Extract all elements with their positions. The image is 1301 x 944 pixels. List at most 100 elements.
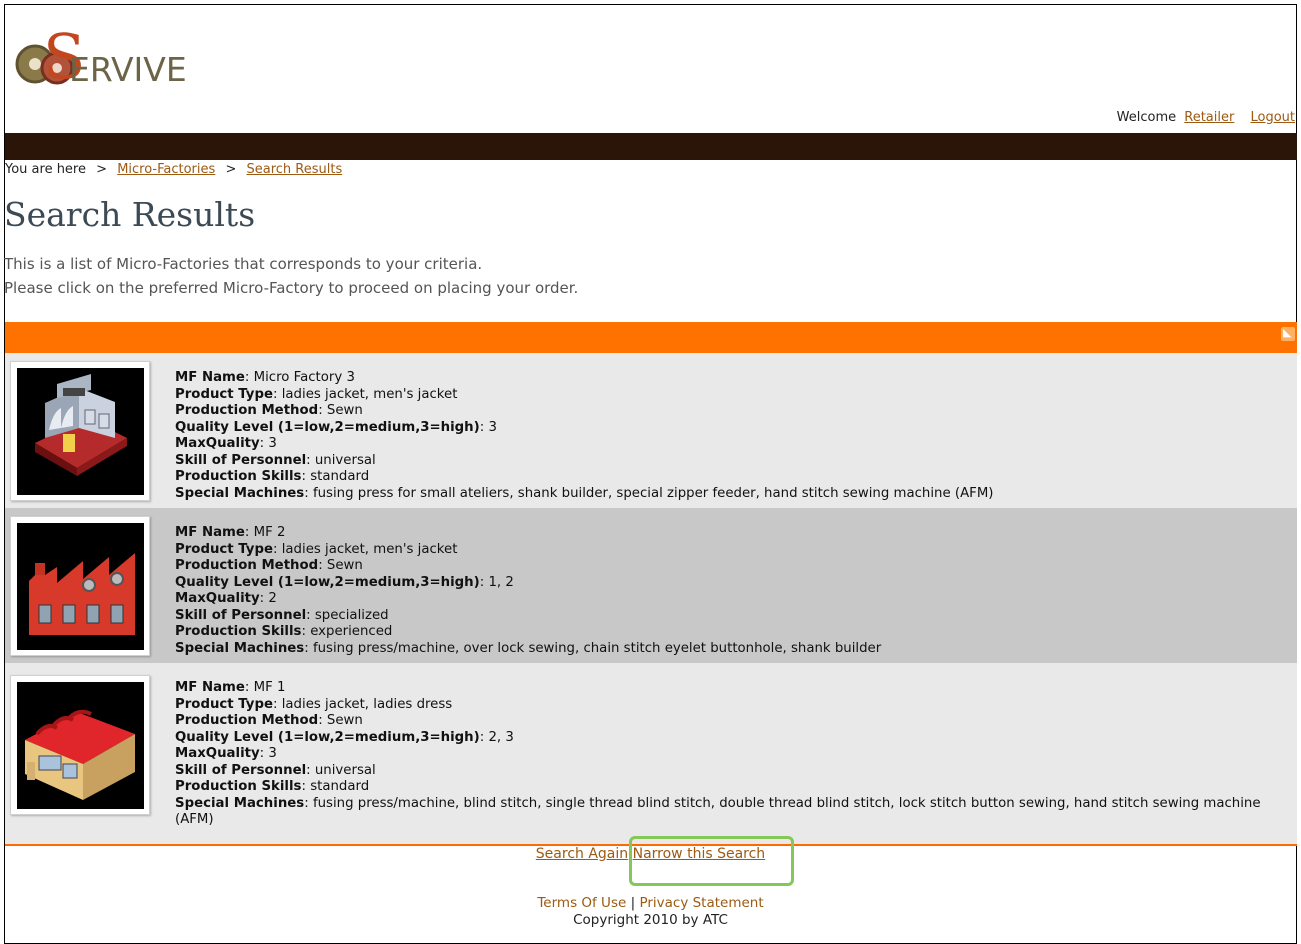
footer-links: Terms Of Use | Privacy Statement <box>0 895 1301 912</box>
production-method-line: Production Method: Sewn <box>175 558 363 573</box>
field-label: Quality Level (1=low,2=medium,3=high) <box>175 729 480 745</box>
breadcrumb-search-results[interactable]: Search Results <box>246 162 342 177</box>
breadcrumb-micro-factories[interactable]: Micro-Factories <box>117 162 215 177</box>
field-label: Product Type <box>175 386 273 402</box>
field-label: Skill of Personnel <box>175 762 307 778</box>
copyright: Copyright 2010 by ATC <box>573 912 728 928</box>
production-method-value: Sewn <box>326 713 363 728</box>
product-type-line: Product Type: ladies jacket, ladies dres… <box>175 696 453 712</box>
field-label: Production Method <box>175 558 319 573</box>
welcome-bar: Welcome Retailer Logout <box>1117 110 1295 125</box>
mf-name-line: MF Name: MF 2 <box>175 525 286 540</box>
result-row[interactable]: MF Name: MF 1 Product Type: ladies jacke… <box>5 663 1297 844</box>
nav-bar <box>5 133 1297 160</box>
special-machines-line: Special Machines: fusing press/machine, … <box>175 640 882 656</box>
field-label: Quality Level (1=low,2=medium,3=high) <box>175 574 480 590</box>
quality-level-line: Quality Level (1=low,2=medium,3=high): 2… <box>175 729 514 745</box>
narrow-search-highlight <box>629 836 794 886</box>
field-label: Skill of Personnel <box>175 607 307 623</box>
production-method-value: Sewn <box>326 403 363 418</box>
special-machines-line: Special Machines: fusing press for small… <box>175 485 994 501</box>
mf-name-value: MF 2 <box>253 525 286 540</box>
field-label: Special Machines <box>175 640 305 656</box>
warehouse-icon <box>25 709 135 800</box>
field-label: Special Machines <box>175 485 305 501</box>
production-skills-value: standard <box>310 779 370 794</box>
terms-link[interactable]: Terms Of Use <box>537 895 626 911</box>
skill-personnel-value: universal <box>314 452 376 468</box>
field-label: MaxQuality <box>175 436 260 451</box>
welcome-label: Welcome <box>1116 110 1177 125</box>
special-machines-value: fusing press/machine, blind stitch, sing… <box>175 795 1261 828</box>
quality-level-line: Quality Level (1=low,2=medium,3=high): 3 <box>175 419 497 435</box>
breadcrumb-separator: > <box>96 162 108 177</box>
skill-personnel-value: universal <box>314 762 376 778</box>
red-factory-icon <box>29 553 135 635</box>
results-list: MF Name: Micro Factory 3 Product Type: l… <box>5 322 1297 846</box>
logout-link[interactable]: Logout <box>1250 110 1295 125</box>
breadcrumb: You are here > Micro-Factories > Search … <box>5 162 342 177</box>
field-label: Production Skills <box>175 624 302 639</box>
field-label: Production Skills <box>175 469 302 484</box>
factory-building-icon <box>35 374 127 476</box>
field-label: MaxQuality <box>175 746 260 761</box>
production-method-line: Production Method: Sewn <box>175 713 363 728</box>
servive-logo[interactable]: S ERVIVE <box>13 16 213 96</box>
results-header-bar <box>5 322 1297 353</box>
factory-thumbnail[interactable] <box>10 675 150 815</box>
production-skills-value: experienced <box>310 624 393 639</box>
product-type-value: ladies jacket, men's jacket <box>281 386 458 402</box>
rss-icon[interactable] <box>1281 326 1295 341</box>
privacy-link[interactable]: Privacy Statement <box>639 895 763 911</box>
mf-name-line: MF Name: MF 1 <box>175 680 286 695</box>
field-label: MaxQuality <box>175 591 260 606</box>
field-label: MF Name <box>175 680 245 695</box>
page-footer: Terms Of Use | Privacy Statement Copyrig… <box>0 895 1301 929</box>
quality-level-line: Quality Level (1=low,2=medium,3=high): 1… <box>175 574 514 590</box>
max-quality-value: 3 <box>268 746 277 761</box>
factory-thumbnail[interactable] <box>10 516 150 656</box>
user-link[interactable]: Retailer <box>1184 110 1234 125</box>
result-row[interactable]: MF Name: Micro Factory 3 Product Type: l… <box>5 353 1297 508</box>
skill-personnel-line: Skill of Personnel: universal <box>175 762 376 778</box>
production-skills-line: Production Skills: experienced <box>175 624 393 639</box>
quality-level-value: 2, 3 <box>488 729 514 745</box>
intro-line-1: This is a list of Micro-Factories that c… <box>4 255 483 273</box>
field-label: MF Name <box>175 525 245 540</box>
result-row[interactable]: MF Name: MF 2 Product Type: ladies jacke… <box>5 508 1297 663</box>
production-skills-line: Production Skills: standard <box>175 779 370 794</box>
mf-name-line: MF Name: Micro Factory 3 <box>175 370 355 385</box>
max-quality-line: MaxQuality: 3 <box>175 436 277 451</box>
product-type-line: Product Type: ladies jacket, men's jacke… <box>175 541 458 557</box>
result-info[interactable]: MF Name: Micro Factory 3 Product Type: l… <box>175 370 1285 502</box>
field-label: Product Type <box>175 696 273 712</box>
field-label: Skill of Personnel <box>175 452 307 468</box>
result-info[interactable]: MF Name: MF 2 Product Type: ladies jacke… <box>175 525 1285 657</box>
skill-personnel-line: Skill of Personnel: universal <box>175 452 376 468</box>
field-label: MF Name <box>175 370 245 385</box>
result-info[interactable]: MF Name: MF 1 Product Type: ladies jacke… <box>175 680 1285 829</box>
mf-name-value: Micro Factory 3 <box>253 370 355 385</box>
intro-line-2: Please click on the preferred Micro-Fact… <box>4 279 579 297</box>
breadcrumb-prefix: You are here <box>5 162 86 177</box>
field-label: Product Type <box>175 541 273 557</box>
factory-thumbnail[interactable] <box>10 361 150 501</box>
field-label: Production Method <box>175 713 319 728</box>
special-machines-line: Special Machines: fusing press/machine, … <box>175 795 1261 828</box>
production-skills-value: standard <box>310 469 370 484</box>
production-skills-line: Production Skills: standard <box>175 469 370 484</box>
max-quality-value: 2 <box>268 591 277 606</box>
logo-text: ERVIVE <box>69 50 187 89</box>
search-again-link[interactable]: Search Again <box>536 846 628 862</box>
special-machines-value: fusing press/machine, over lock sewing, … <box>312 640 882 656</box>
skill-personnel-value: specialized <box>314 607 389 623</box>
product-type-line: Product Type: ladies jacket, men's jacke… <box>175 386 458 402</box>
breadcrumb-separator: > <box>225 162 237 177</box>
max-quality-value: 3 <box>268 436 277 451</box>
intro-text: This is a list of Micro-Factories that c… <box>4 252 578 300</box>
production-method-line: Production Method: Sewn <box>175 403 363 418</box>
field-label: Production Method <box>175 403 319 418</box>
page-title: Search Results <box>4 195 256 234</box>
skill-personnel-line: Skill of Personnel: specialized <box>175 607 389 623</box>
production-method-value: Sewn <box>326 558 363 573</box>
